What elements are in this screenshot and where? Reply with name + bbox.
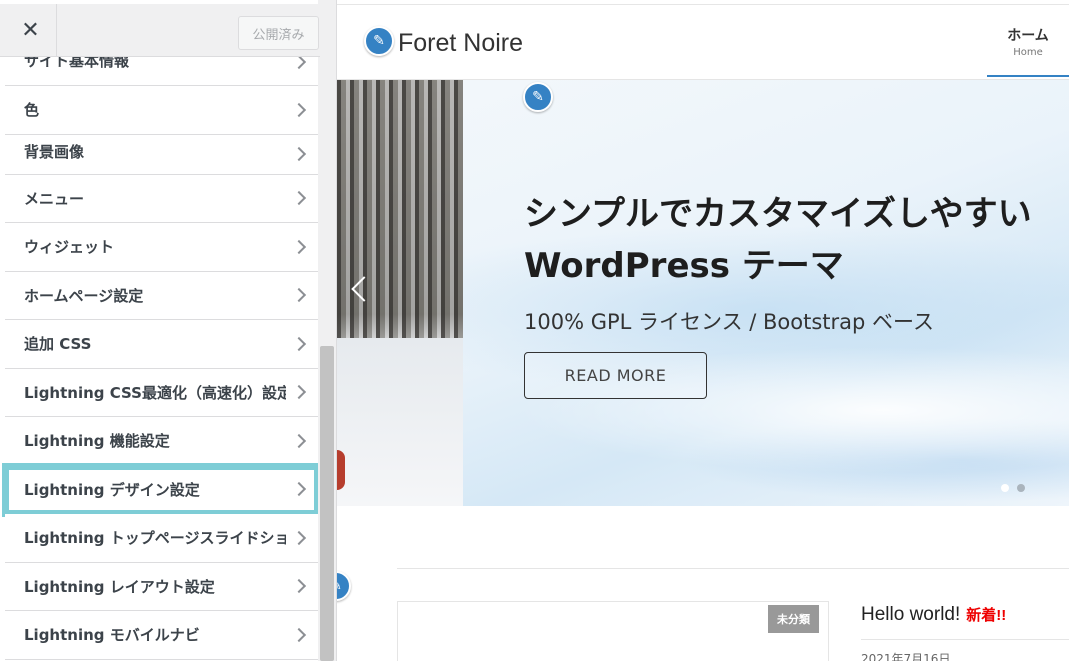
post-divider (861, 639, 1069, 640)
read-more-button[interactable]: READ MORE (524, 352, 707, 399)
panel-lightning-mobile-nav[interactable]: Lightning モバイルナビ (5, 611, 318, 660)
chevron-right-icon (291, 433, 307, 448)
scrollbar-thumb[interactable] (320, 346, 334, 661)
panel-background-image[interactable]: 背景画像 (5, 134, 318, 175)
panel-lightning-functions[interactable]: Lightning 機能設定 (5, 417, 318, 466)
panel-label: 追加 CSS (24, 335, 92, 354)
panel-label: 色 (24, 101, 40, 120)
post-date: 2021年7月16日 (861, 652, 951, 661)
edit-shortcut-pencil-icon[interactable]: ✎ (337, 571, 351, 601)
edit-shortcut-pencil-icon[interactable]: ✎ (523, 82, 553, 112)
panel-label: 背景画像 (24, 142, 85, 161)
chevron-right-icon (291, 579, 307, 594)
site-title[interactable]: Foret Noire (398, 29, 523, 58)
new-badge: 新着!! (966, 607, 1007, 624)
nav-home-sublabel: Home (1013, 47, 1043, 58)
slide-dot-active[interactable] (1017, 484, 1025, 492)
chevron-right-icon (291, 102, 307, 117)
panel-label: Lightning レイアウト設定 (24, 577, 215, 596)
panel-lightning-layout[interactable]: Lightning レイアウト設定 (5, 562, 318, 611)
panel-homepage-settings[interactable]: ホームページ設定 (5, 271, 318, 320)
panel-lightning-slideshow[interactable]: Lightning トップページスライドショー (5, 514, 318, 563)
hero-background (463, 80, 1069, 506)
category-badge: 未分類 (768, 605, 819, 633)
chevron-right-icon (291, 336, 307, 351)
site-header: ✎ Foret Noire ホーム Home (337, 5, 1069, 80)
panel-label: Lightning デザイン設定 (24, 480, 200, 499)
site-preview: ✎ Foret Noire ホーム Home ✎ シンプルでカスタマイズしやすい… (337, 0, 1069, 661)
customizer-panel-list: サイト基本情報 色 背景画像 メニュー ウィジェット ホームページ設定 追加 C… (2, 38, 321, 660)
close-customizer-button[interactable]: ✕ (5, 4, 57, 57)
panel-label: Lightning モバイルナビ (24, 626, 200, 645)
chevron-right-icon (291, 288, 307, 303)
post-thumbnail[interactable]: 未分類 (397, 601, 829, 661)
hero-subtitle: 100% GPL ライセンス / Bootstrap ベース (524, 310, 934, 334)
publish-button[interactable]: 公開済み (238, 16, 319, 50)
customizer-sidebar: サイト基本情報 色 背景画像 メニュー ウィジェット ホームページ設定 追加 C… (0, 0, 337, 661)
chevron-right-icon (291, 482, 307, 497)
hero-slideshow: ✎ シンプルでカスタマイズしやすい WordPress テーマ 100% GPL… (337, 80, 1069, 506)
chevron-right-icon (291, 146, 307, 162)
panel-menus[interactable]: メニュー (5, 174, 318, 223)
chevron-right-icon (291, 385, 307, 400)
chevron-right-icon (291, 239, 307, 254)
panel-label: Lightning トップページスライドショー (24, 529, 286, 548)
slide-dot[interactable] (1001, 484, 1009, 492)
panel-additional-css[interactable]: 追加 CSS (5, 320, 318, 369)
section-divider (397, 568, 1069, 569)
close-icon: ✕ (21, 18, 40, 43)
panel-label: ウィジェット (24, 238, 115, 257)
panel-label: Lightning CSS最適化（高速化）設定 (24, 383, 286, 402)
post-title-link[interactable]: Hello world! 新着!! (861, 604, 1006, 626)
panel-widgets[interactable]: ウィジェット (5, 223, 318, 272)
edit-shortcut-pencil-icon[interactable]: ✎ (364, 26, 394, 56)
customizer-header: ✕ 公開済み (0, 4, 320, 57)
chevron-right-icon (291, 191, 307, 206)
hero-title: シンプルでカスタマイズしやすい WordPress テーマ (524, 194, 1032, 286)
panel-label: メニュー (24, 189, 85, 208)
panel-colors[interactable]: 色 (5, 86, 318, 135)
panel-label: Lightning 機能設定 (24, 432, 170, 451)
slide-pagination (1001, 484, 1025, 492)
chevron-right-icon (291, 627, 307, 642)
panel-label: ホームページ設定 (24, 286, 144, 305)
panel-lightning-css-optimize[interactable]: Lightning CSS最適化（高速化）設定 (5, 368, 318, 417)
chevron-right-icon (291, 530, 307, 545)
nav-home-label: ホーム (1007, 28, 1049, 44)
panel-lightning-design[interactable]: Lightning デザイン設定 (2, 462, 321, 517)
nav-item-home[interactable]: ホーム Home (987, 25, 1069, 77)
post-title: Hello world! (861, 604, 961, 625)
